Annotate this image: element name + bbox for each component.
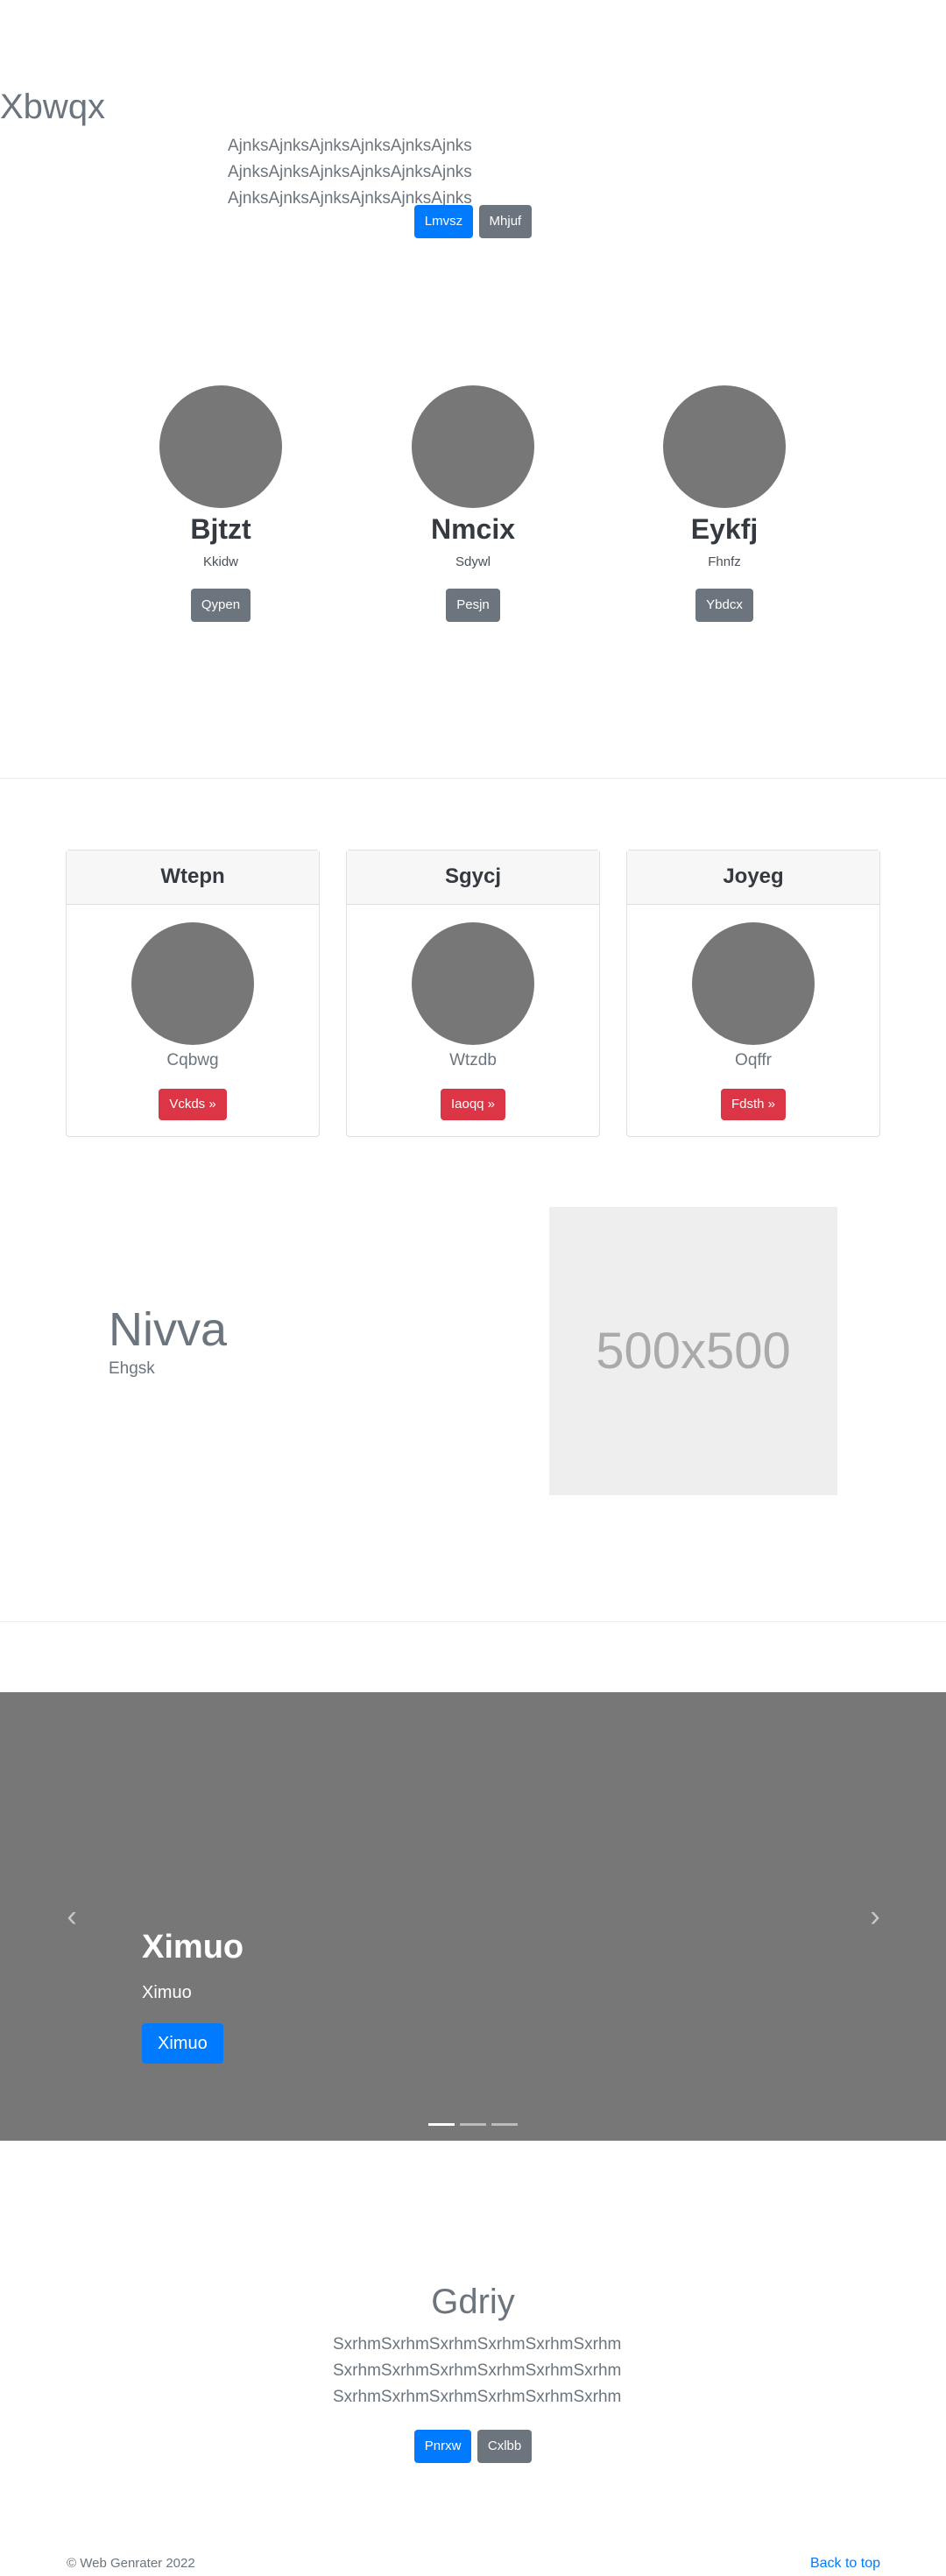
- profile-item: Eykfj Fhnfz Ybdcx: [637, 385, 812, 622]
- carousel-title: Ximuo: [142, 1929, 244, 1966]
- card-button[interactable]: Iaoqq »: [440, 1089, 506, 1120]
- profile-subtitle: Sdywl: [455, 554, 491, 569]
- cta-secondary-button[interactable]: Cxlbb: [477, 2430, 533, 2463]
- profile-subtitle: Kkidw: [202, 554, 238, 569]
- feature-title: Nivva: [109, 1303, 228, 1356]
- profile-subtitle: Fhnfz: [708, 554, 741, 569]
- profile-name: Eykfj: [690, 513, 759, 545]
- cta-lead: SxrhmSxrhmSxrhmSxrhmSxrhmSxrhm SxrhmSxrh…: [333, 2335, 622, 2406]
- card-subtitle: Cqbwg: [166, 1051, 219, 1069]
- hero-buttons: Lmvsz Mhjuf: [0, 205, 946, 238]
- section-divider: [0, 1621, 946, 1622]
- carousel-indicator[interactable]: [428, 2123, 455, 2126]
- carousel-indicator[interactable]: [460, 2123, 486, 2126]
- carousel-next-icon[interactable]: ›: [858, 1899, 893, 1934]
- hero-title: Xbwqx: [0, 88, 106, 126]
- card-subtitle: Wtzdb: [449, 1051, 497, 1069]
- feature-image-placeholder: 500x500: [549, 1207, 837, 1495]
- card: Sgycj Wtzdb Iaoqq »: [346, 850, 600, 1137]
- hero-primary-button[interactable]: Lmvsz: [413, 205, 474, 238]
- profile-button[interactable]: Ybdcx: [695, 589, 753, 622]
- carousel-indicators: [0, 2114, 946, 2130]
- carousel: ‹ › Ximuo Ximuo Ximuo: [0, 1692, 946, 2141]
- feature-subtitle: Ehgsk: [109, 1359, 155, 1378]
- hero-lead: AjnksAjnksAjnksAjnksAjnksAjnks AjnksAjnk…: [228, 137, 472, 208]
- carousel-button[interactable]: Ximuo: [142, 2023, 223, 2064]
- cta-primary-button[interactable]: Pnrxw: [413, 2430, 472, 2463]
- card: Joyeg Oqffr Fdsth »: [626, 850, 880, 1137]
- profile-button[interactable]: Pesjn: [446, 589, 500, 622]
- card-subtitle: Oqffr: [735, 1051, 772, 1069]
- carousel-prev-icon[interactable]: ‹: [54, 1899, 89, 1934]
- profile-button[interactable]: Qypen: [190, 589, 251, 622]
- hero-secondary-button[interactable]: Mhjuf: [478, 205, 533, 238]
- section-divider: [0, 778, 946, 779]
- footer-copyright: © Web Genrater 2022: [67, 2556, 195, 2571]
- card: Wtepn Cqbwg Vckds »: [66, 850, 320, 1137]
- card-header: Joyeg: [627, 850, 879, 905]
- card-image: [692, 922, 815, 1045]
- profile-name: Bjtzt: [190, 513, 251, 545]
- card-button[interactable]: Fdsth »: [720, 1089, 787, 1120]
- card-image: [412, 922, 534, 1045]
- profile-image: [159, 385, 282, 508]
- card-header: Sgycj: [347, 850, 599, 905]
- profile-name: Nmcix: [430, 513, 516, 545]
- cta-title: Gdriy: [431, 2283, 515, 2321]
- carousel-indicator[interactable]: [491, 2123, 518, 2126]
- profile-item: Bjtzt Kkidw Qypen: [133, 385, 308, 622]
- back-to-top-link[interactable]: Back to top: [810, 2556, 880, 2572]
- profile-image: [663, 385, 786, 508]
- card-image: [131, 922, 254, 1045]
- cta-buttons: Pnrxw Cxlbb: [0, 2430, 946, 2463]
- card-header: Wtepn: [67, 850, 319, 905]
- profile-item: Nmcix Sdywl Pesjn: [385, 385, 561, 622]
- carousel-subtitle: Ximuo: [142, 1983, 192, 2002]
- card-button[interactable]: Vckds »: [159, 1089, 227, 1120]
- profile-image: [412, 385, 534, 508]
